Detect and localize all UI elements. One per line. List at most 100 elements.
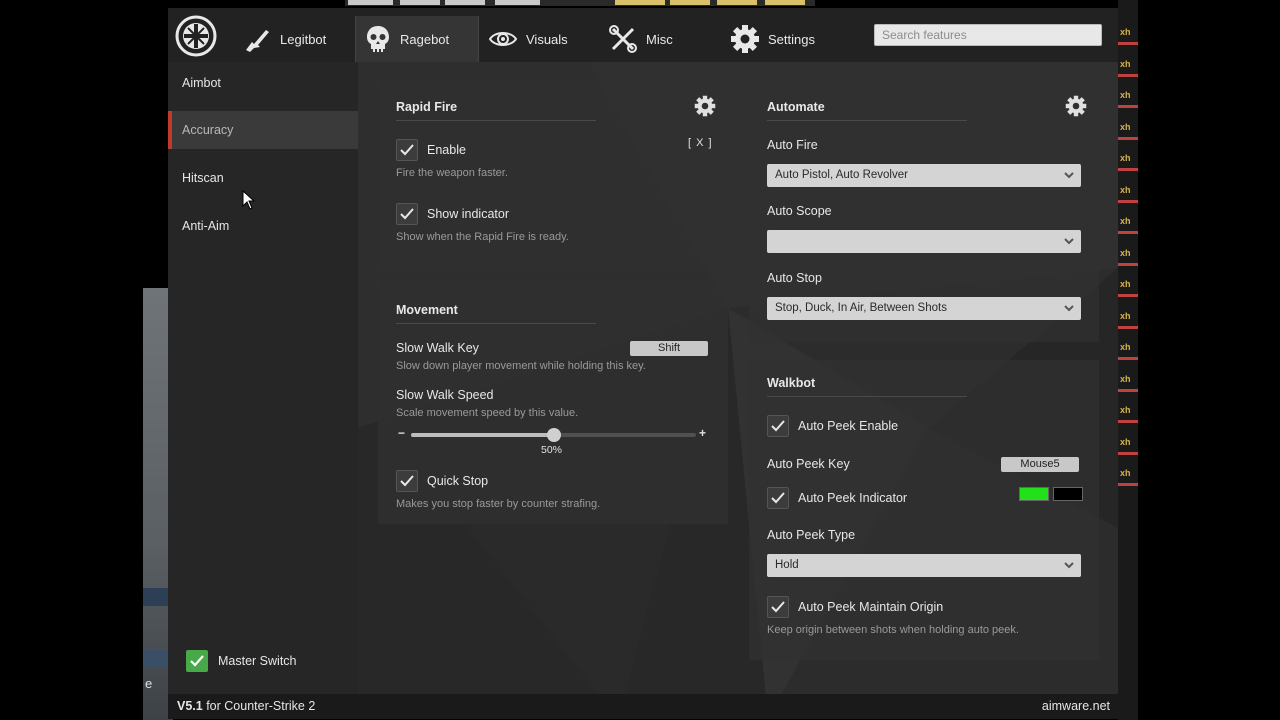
auto-stop-dropdown[interactable]: Stop, Duck, In Air, Between Shots: [767, 297, 1081, 320]
background-label: xh: [1120, 184, 1131, 195]
slow-walk-speed-slider[interactable]: [411, 428, 696, 442]
background-decoration: [1118, 262, 1138, 266]
checkmark-icon: [771, 601, 785, 613]
master-switch-label: Master Switch: [218, 654, 297, 668]
mouse-cursor-icon: [242, 190, 256, 210]
quick-stop-checkbox[interactable]: [396, 470, 418, 492]
slider-decrement-button[interactable]: −: [398, 426, 405, 440]
background-label: xh: [1120, 121, 1131, 132]
cheat-menu-window: Legitbot Ragebot Visuals Misc Settings S…: [168, 8, 1118, 719]
auto-fire-dropdown[interactable]: Auto Pistol, Auto Revolver: [767, 164, 1081, 187]
background-decoration: [1118, 136, 1138, 140]
auto-peek-maintain-origin-description: Keep origin between shots when holding a…: [767, 624, 1019, 636]
chevron-down-icon: [1064, 305, 1074, 312]
slider-fill: [411, 433, 554, 437]
top-navigation: Legitbot Ragebot Visuals Misc Settings S…: [168, 8, 1118, 62]
background-label: xh: [1120, 342, 1131, 352]
sidebar-item-anti-aim[interactable]: Anti-Aim: [168, 207, 358, 245]
screen: e xh xh xh xh xh xh xh xh xh xh xh xh xh xh xh: [0, 0, 1280, 720]
slow-walk-speed-label: Slow Walk Speed: [396, 388, 494, 402]
master-switch[interactable]: Master Switch: [186, 650, 297, 672]
slow-walk-key-label: Slow Walk Key: [396, 341, 479, 355]
tools-icon: [609, 25, 637, 53]
rifle-icon: [246, 30, 269, 52]
auto-peek-keybind[interactable]: Mouse5: [1001, 457, 1079, 472]
tab-misc[interactable]: Misc: [600, 16, 710, 62]
auto-scope-label: Auto Scope: [767, 204, 832, 218]
slider-handle[interactable]: [546, 428, 561, 442]
background-label: xh: [1120, 436, 1131, 447]
gear-icon[interactable]: [694, 95, 716, 117]
sidebar-item-hitscan[interactable]: Hitscan: [168, 159, 358, 197]
background-decoration: [1118, 231, 1138, 234]
indicator-color-swatch[interactable]: [1019, 487, 1049, 501]
background-decoration: [1118, 451, 1138, 455]
background-decoration: [1118, 325, 1138, 329]
background-label: xh: [1120, 405, 1131, 415]
sidebar-item-label: Anti-Aim: [182, 219, 230, 233]
show-indicator-description: Show when the Rapid Fire is ready.: [396, 231, 569, 243]
automate-panel: Automate Auto Fire Auto Pistol, Auto Rev…: [749, 82, 1099, 342]
show-indicator-label: Show indicator: [427, 207, 509, 221]
auto-peek-enable-label: Auto Peek Enable: [798, 419, 899, 433]
eye-icon: [488, 32, 518, 46]
slow-walk-keybind[interactable]: Shift: [630, 341, 708, 356]
indicator-color-swatch-secondary[interactable]: [1053, 487, 1083, 501]
background-decoration: [1118, 483, 1138, 486]
tab-ragebot[interactable]: Ragebot: [355, 16, 479, 62]
version-text: V5.1 for Counter-Strike 2: [177, 699, 315, 713]
panel-title: Walkbot: [767, 376, 816, 390]
checkmark-icon: [400, 475, 414, 487]
auto-peek-indicator-label: Auto Peek Indicator: [798, 491, 908, 505]
background-decoration: [1118, 388, 1138, 392]
checkmark-icon: [771, 420, 785, 432]
gear-icon[interactable]: [1065, 95, 1087, 117]
enable-label: Enable: [427, 143, 466, 157]
sidebar-item-accuracy[interactable]: Accuracy: [168, 111, 358, 149]
sidebar-item-label: Accuracy: [182, 123, 234, 137]
auto-peek-type-dropdown[interactable]: Hold: [767, 554, 1081, 577]
auto-peek-maintain-origin-checkbox[interactable]: [767, 596, 789, 618]
background-label: xh: [1120, 90, 1131, 100]
background-decoration: [1118, 73, 1138, 77]
rapid-fire-keybind[interactable]: [ X ]: [688, 137, 713, 149]
auto-scope-dropdown[interactable]: [767, 230, 1081, 253]
tab-settings[interactable]: Settings: [722, 16, 844, 62]
chevron-down-icon: [1064, 172, 1074, 179]
show-indicator-checkbox[interactable]: [396, 203, 418, 225]
enable-checkbox[interactable]: [396, 139, 418, 161]
divider: [396, 323, 596, 324]
background-decoration: [1118, 357, 1138, 360]
sidebar-item-aimbot[interactable]: Aimbot: [168, 64, 358, 102]
sidebar-item-label: Hitscan: [182, 171, 224, 185]
checkmark-icon: [771, 492, 785, 504]
auto-fire-label: Auto Fire: [767, 138, 818, 152]
skull-icon: [367, 26, 389, 52]
tab-label: Legitbot: [280, 31, 327, 47]
auto-peek-enable-checkbox[interactable]: [767, 415, 789, 437]
background-decoration: [1118, 294, 1138, 297]
slider-value: 50%: [541, 444, 563, 456]
website-link[interactable]: aimware.net: [1042, 699, 1110, 713]
game-background-top: [345, 0, 815, 6]
background-label: xh: [1120, 216, 1131, 226]
search-input[interactable]: [874, 24, 1102, 46]
game-background-right: xh xh xh xh xh xh xh xh xh xh xh xh xh xh xh: [1118, 0, 1138, 720]
tab-visuals[interactable]: Visuals: [480, 16, 590, 62]
slow-walk-speed-description: Scale movement speed by this value.: [396, 407, 579, 419]
sidebar-item-label: Aimbot: [182, 76, 221, 90]
background-label: xh: [1120, 373, 1131, 384]
background-label: xh: [1120, 310, 1131, 321]
auto-peek-indicator-checkbox[interactable]: [767, 487, 789, 509]
background-decoration: [1118, 420, 1138, 423]
tab-label: Misc: [646, 31, 673, 47]
tab-legitbot[interactable]: Legitbot: [234, 16, 346, 62]
master-switch-checkbox[interactable]: [186, 650, 208, 672]
slider-increment-button[interactable]: +: [699, 426, 706, 440]
quick-stop-description: Makes you stop faster by counter strafin…: [396, 498, 601, 510]
background-label: xh: [1120, 279, 1131, 289]
background-decoration: [1118, 168, 1138, 171]
auto-stop-label: Auto Stop: [767, 271, 822, 285]
checkmark-icon: [400, 144, 414, 156]
background-label: xh: [1120, 468, 1131, 478]
